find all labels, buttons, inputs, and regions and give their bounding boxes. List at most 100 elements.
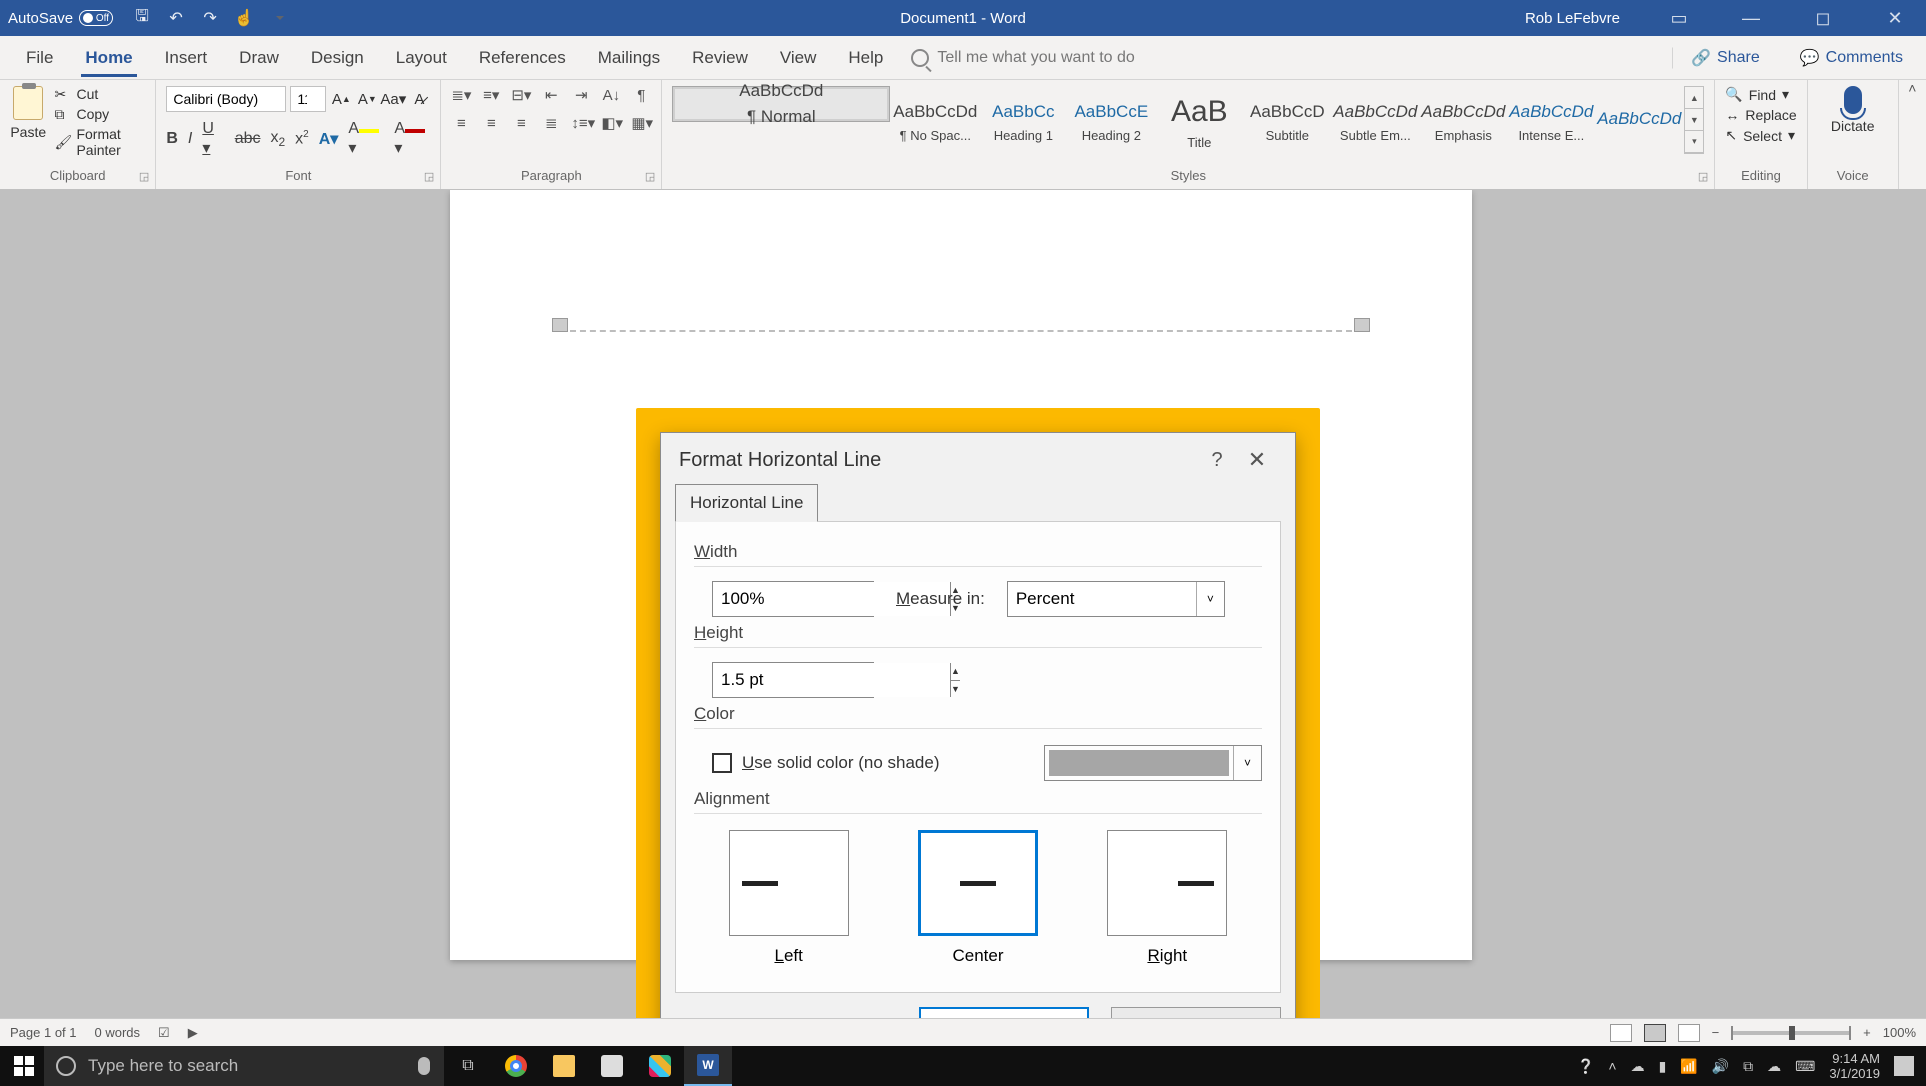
tab-home[interactable]: Home: [69, 36, 148, 79]
read-mode-icon[interactable]: [1610, 1024, 1632, 1042]
align-center-option[interactable]: [918, 830, 1038, 936]
paste-button[interactable]: Paste: [10, 86, 46, 140]
shading-icon[interactable]: ◧▾: [601, 114, 621, 132]
zoom-slider[interactable]: [1731, 1031, 1851, 1035]
sort-icon[interactable]: A↓: [601, 87, 621, 104]
close-icon[interactable]: ✕: [1237, 447, 1277, 473]
battery-icon[interactable]: ▮: [1659, 1058, 1667, 1075]
underline-button[interactable]: U ▾: [202, 120, 224, 158]
keyboard-icon[interactable]: ⌨: [1795, 1058, 1815, 1075]
align-left-option[interactable]: [729, 830, 849, 936]
borders-icon[interactable]: ▦▾: [631, 114, 651, 132]
tab-layout[interactable]: Layout: [380, 36, 463, 79]
style-tile[interactable]: AaBbCcDdIntense E...: [1508, 86, 1594, 154]
touch-mode-icon[interactable]: ☝: [235, 9, 253, 27]
chevron-down-icon[interactable]: ˅: [1233, 746, 1261, 780]
word-taskbar-icon[interactable]: [684, 1046, 732, 1086]
spell-check-icon[interactable]: ☑: [158, 1025, 170, 1041]
grow-font-icon[interactable]: A▲: [330, 88, 352, 110]
line-spacing-icon[interactable]: ↕≡▾: [571, 114, 591, 132]
increase-indent-icon[interactable]: ⇥: [571, 86, 591, 104]
solid-color-checkbox[interactable]: [712, 753, 732, 773]
style-tile[interactable]: AaBTitle: [1156, 86, 1242, 154]
print-layout-icon[interactable]: [1644, 1024, 1666, 1042]
autosave-toggle[interactable]: AutoSave Off: [8, 10, 113, 27]
spin-up-icon[interactable]: ▲: [951, 663, 960, 681]
share-button[interactable]: 🔗Share: [1672, 47, 1771, 69]
align-center-icon[interactable]: ≡: [481, 115, 501, 132]
tell-me-search[interactable]: Tell me what you want to do: [911, 36, 1134, 79]
page-indicator[interactable]: Page 1 of 1: [10, 1025, 77, 1040]
tab-design[interactable]: Design: [295, 36, 380, 79]
style-tile[interactable]: AaBbCcDd: [1596, 86, 1682, 154]
notifications-icon[interactable]: [1894, 1056, 1914, 1076]
dialog-launcher-icon[interactable]: ◲: [1698, 170, 1708, 183]
spin-down-icon[interactable]: ▼: [951, 681, 960, 698]
tab-help[interactable]: Help: [832, 36, 899, 79]
tab-draw[interactable]: Draw: [223, 36, 295, 79]
multilevel-icon[interactable]: ⊟▾: [511, 86, 531, 104]
close-window-icon[interactable]: ✕: [1872, 8, 1918, 29]
find-button[interactable]: 🔍Find ▾: [1725, 86, 1796, 103]
zoom-out-icon[interactable]: −: [1712, 1025, 1720, 1040]
tab-references[interactable]: References: [463, 36, 582, 79]
font-name-select[interactable]: [166, 86, 286, 112]
align-left-icon[interactable]: ≡: [451, 115, 471, 132]
dialog-launcher-icon[interactable]: ◲: [139, 170, 149, 183]
clear-formatting-icon[interactable]: A̷: [408, 88, 430, 110]
chrome-icon[interactable]: [492, 1046, 540, 1086]
tab-file[interactable]: File: [10, 36, 69, 79]
web-layout-icon[interactable]: [1678, 1024, 1700, 1042]
bold-button[interactable]: B: [166, 130, 178, 148]
ruler-marker-left[interactable]: [552, 318, 568, 332]
strikethrough-button[interactable]: abc: [235, 130, 261, 148]
store-icon[interactable]: [588, 1046, 636, 1086]
help-icon[interactable]: ?: [1197, 449, 1237, 472]
height-input[interactable]: [713, 663, 950, 697]
replace-button[interactable]: ↔Replace: [1725, 107, 1796, 123]
style-tile[interactable]: AaBbCcDd¶ No Spac...: [892, 86, 978, 154]
style-tile[interactable]: AaBbCcHeading 1: [980, 86, 1066, 154]
cut-button[interactable]: ✂Cut: [54, 86, 145, 102]
numbering-icon[interactable]: ≡▾: [481, 86, 501, 104]
slack-icon[interactable]: [636, 1046, 684, 1086]
font-color-button[interactable]: A▾: [394, 120, 430, 158]
subscript-button[interactable]: x2: [270, 129, 285, 149]
taskbar-search[interactable]: Type here to search: [44, 1046, 444, 1086]
clock[interactable]: 9:14 AM 3/1/2019: [1829, 1051, 1880, 1081]
redo-icon[interactable]: ↷: [201, 9, 219, 27]
minimize-icon[interactable]: —: [1728, 8, 1774, 29]
qat-more-icon[interactable]: [269, 9, 287, 27]
scroll-down-icon[interactable]: ▼: [1685, 109, 1703, 131]
volume-icon[interactable]: 🔊: [1712, 1058, 1729, 1075]
zoom-level[interactable]: 100%: [1883, 1025, 1916, 1040]
tab-view[interactable]: View: [764, 36, 833, 79]
shrink-font-icon[interactable]: A▼: [356, 88, 378, 110]
tab-review[interactable]: Review: [676, 36, 764, 79]
macro-icon[interactable]: ▶: [188, 1025, 198, 1041]
style-tile[interactable]: AaBbCcDdSubtle Em...: [1332, 86, 1418, 154]
word-count[interactable]: 0 words: [95, 1025, 141, 1040]
font-size-select[interactable]: [290, 86, 326, 112]
cloud-icon[interactable]: ☁: [1767, 1058, 1781, 1075]
wifi-icon[interactable]: 📶: [1680, 1058, 1697, 1075]
height-spinner[interactable]: ▲▼: [712, 662, 874, 698]
user-name[interactable]: Rob LeFebvre: [1525, 10, 1620, 27]
tab-horizontal-line[interactable]: Horizontal Line: [675, 484, 818, 522]
width-spinner[interactable]: ▲▼: [712, 581, 874, 617]
task-view-icon[interactable]: ⧉: [444, 1046, 492, 1086]
dropbox-icon[interactable]: ⧉: [1743, 1058, 1753, 1075]
show-marks-icon[interactable]: ¶: [631, 87, 651, 104]
italic-button[interactable]: I: [188, 130, 192, 148]
justify-icon[interactable]: ≣: [541, 114, 561, 132]
scroll-up-icon[interactable]: ▲: [1685, 87, 1703, 109]
onedrive-icon[interactable]: ☁: [1631, 1058, 1645, 1075]
change-case-icon[interactable]: Aa▾: [382, 88, 404, 110]
style-tile[interactable]: AaBbCcDd¶ Normal: [672, 86, 890, 122]
tray-chevron-icon[interactable]: ˄: [1608, 1058, 1616, 1074]
copy-button[interactable]: ⧉Copy: [54, 106, 145, 122]
autosave-switch[interactable]: Off: [79, 10, 113, 26]
decrease-indent-icon[interactable]: ⇤: [541, 86, 561, 104]
chevron-down-icon[interactable]: ˅: [1196, 582, 1224, 616]
zoom-in-icon[interactable]: +: [1863, 1025, 1871, 1040]
